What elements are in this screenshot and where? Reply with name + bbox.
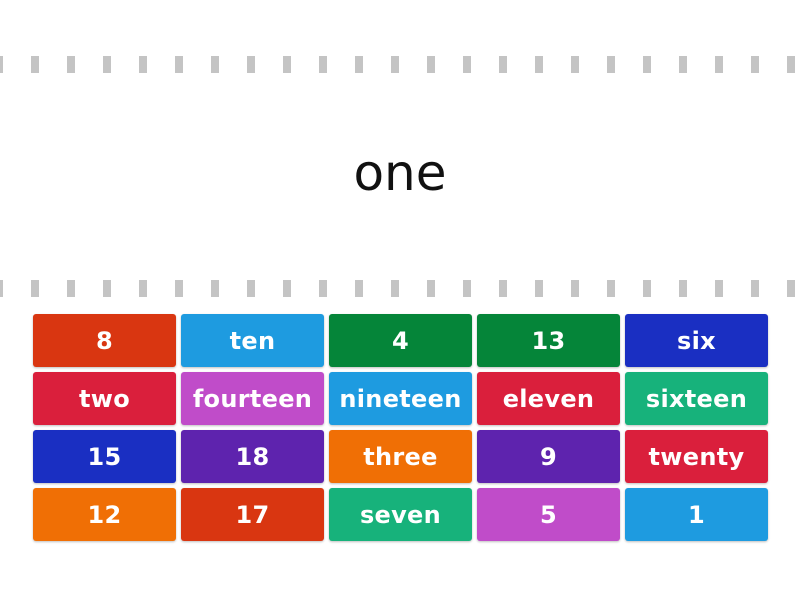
- answer-tile[interactable]: 4: [329, 314, 472, 367]
- divider-dash: [571, 280, 579, 297]
- divider-dash: [643, 280, 651, 297]
- divider-dash: [427, 56, 435, 73]
- divider-dash: [139, 56, 147, 73]
- divider-dash: [607, 280, 615, 297]
- divider-dash: [355, 56, 363, 73]
- divider-dash: [67, 280, 75, 297]
- divider-dash: [175, 280, 183, 297]
- divider-dash: [751, 280, 759, 297]
- divider-dash: [175, 56, 183, 73]
- divider-dash: [0, 56, 3, 73]
- divider-dash: [103, 280, 111, 297]
- divider-dash: [67, 56, 75, 73]
- answer-tile[interactable]: 18: [181, 430, 324, 483]
- divider-dash: [319, 280, 327, 297]
- divider-dash: [211, 56, 219, 73]
- divider-dash: [391, 280, 399, 297]
- answer-tile[interactable]: fourteen: [181, 372, 324, 425]
- divider-dash: [463, 280, 471, 297]
- answer-tile[interactable]: two: [33, 372, 176, 425]
- divider-dash: [463, 56, 471, 73]
- divider-dash: [427, 280, 435, 297]
- divider-dash: [499, 56, 507, 73]
- answer-tile[interactable]: nineteen: [329, 372, 472, 425]
- divider-dash: [283, 280, 291, 297]
- answer-tile-grid: 8 ten 4 13 six two fourteen nineteen ele…: [33, 314, 768, 541]
- divider-dash: [355, 280, 363, 297]
- divider-dash: [31, 280, 39, 297]
- divider-dash: [535, 280, 543, 297]
- divider-dash: [247, 280, 255, 297]
- divider-dash: [643, 56, 651, 73]
- divider-dash: [319, 56, 327, 73]
- prompt-word: one: [353, 144, 447, 202]
- answer-tile[interactable]: 17: [181, 488, 324, 541]
- divider-dash: [283, 56, 291, 73]
- divider-dash: [499, 280, 507, 297]
- divider-dash: [139, 280, 147, 297]
- answer-tile[interactable]: ten: [181, 314, 324, 367]
- divider-dash: [535, 56, 543, 73]
- divider-dash: [103, 56, 111, 73]
- answer-tile[interactable]: six: [625, 314, 768, 367]
- divider-dash: [31, 56, 39, 73]
- divider-dash: [211, 280, 219, 297]
- answer-tile[interactable]: sixteen: [625, 372, 768, 425]
- divider-dash: [391, 56, 399, 73]
- answer-tile[interactable]: 15: [33, 430, 176, 483]
- answer-tile[interactable]: 1: [625, 488, 768, 541]
- divider-dash: [0, 280, 3, 297]
- divider-dash: [787, 280, 795, 297]
- bottom-dashed-divider: [0, 280, 800, 297]
- divider-dash: [247, 56, 255, 73]
- answer-tile[interactable]: 12: [33, 488, 176, 541]
- answer-tile[interactable]: 13: [477, 314, 620, 367]
- answer-tile[interactable]: three: [329, 430, 472, 483]
- top-dashed-divider: [0, 56, 800, 73]
- answer-tile[interactable]: 9: [477, 430, 620, 483]
- answer-tile[interactable]: 5: [477, 488, 620, 541]
- divider-dash: [715, 56, 723, 73]
- answer-tile[interactable]: 8: [33, 314, 176, 367]
- answer-tile[interactable]: seven: [329, 488, 472, 541]
- divider-dash: [715, 280, 723, 297]
- divider-dash: [679, 280, 687, 297]
- answer-tile[interactable]: twenty: [625, 430, 768, 483]
- divider-dash: [607, 56, 615, 73]
- divider-dash: [571, 56, 579, 73]
- answer-tile[interactable]: eleven: [477, 372, 620, 425]
- divider-dash: [787, 56, 795, 73]
- divider-dash: [679, 56, 687, 73]
- divider-dash: [751, 56, 759, 73]
